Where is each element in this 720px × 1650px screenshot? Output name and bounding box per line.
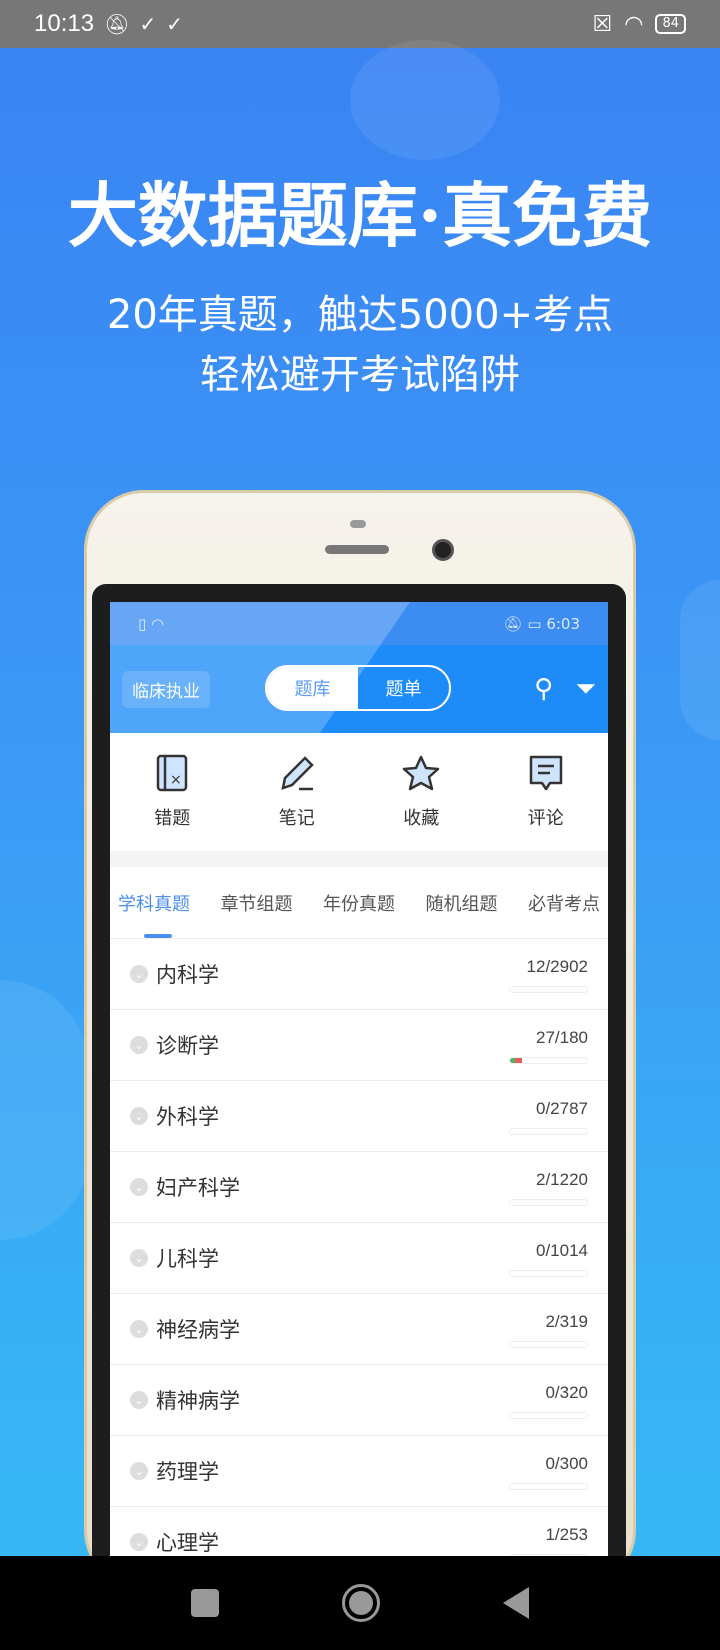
- subject-name: 儿科学: [156, 1247, 219, 1271]
- subject-row[interactable]: ⌄ 心理学 1/253: [110, 1507, 608, 1556]
- decor-bubble: [680, 580, 720, 740]
- segment-toggle: 题库 题单: [265, 665, 451, 711]
- subject-name: 心理学: [156, 1531, 219, 1555]
- tab-random[interactable]: 随机组题: [426, 890, 498, 916]
- quick-actions: × 错题 笔记 收藏 评论: [110, 733, 608, 851]
- segment-question-bank[interactable]: 题库: [267, 667, 358, 709]
- quick-action-label: 错题: [154, 808, 191, 829]
- progress-bar: [509, 1128, 588, 1135]
- progress-bar: [509, 986, 588, 993]
- no-sim-icon: ☒: [592, 11, 613, 37]
- pencil-icon: [281, 756, 314, 791]
- subject-count: 27/180: [536, 1028, 588, 1047]
- mute-icon: 🔕︎: [104, 12, 130, 36]
- quick-action-label: 笔记: [278, 808, 315, 829]
- chevron-down-icon[interactable]: ⌄: [130, 1178, 148, 1196]
- subject-row[interactable]: ⌄ 精神病学 0/320: [110, 1365, 608, 1436]
- subject-row[interactable]: ⌄ 儿科学 0/1014: [110, 1223, 608, 1294]
- tab-year[interactable]: 年份真题: [323, 890, 395, 916]
- quick-action-wrong[interactable]: × 错题: [110, 733, 235, 851]
- quick-action-notes[interactable]: 笔记: [235, 733, 360, 851]
- phone-sensor: [350, 520, 366, 528]
- tab-indicator: [144, 934, 172, 938]
- quick-action-favorites[interactable]: 收藏: [359, 733, 484, 851]
- quick-action-label: 收藏: [403, 808, 440, 829]
- subject-row[interactable]: ⌄ 妇产科学 2/1220: [110, 1152, 608, 1223]
- system-status-bar: 10:13 🔕︎ ✓ ✓ ☒ ◠ 84: [0, 0, 720, 48]
- progress-bar: [509, 1270, 588, 1277]
- app-header: 临床执业 题库 题单 ⚲ ⏷: [110, 602, 608, 733]
- clock: 10:13: [34, 10, 95, 37]
- chevron-down-icon[interactable]: ⌄: [130, 965, 148, 983]
- subject-row[interactable]: ⌄ 药理学 0/300: [110, 1436, 608, 1507]
- progress-bar: [509, 1057, 588, 1064]
- phone-speaker: [325, 545, 389, 554]
- chevron-down-icon[interactable]: ⌄: [130, 1107, 148, 1125]
- progress-bar: [509, 1341, 588, 1348]
- subject-count: 0/320: [545, 1383, 588, 1402]
- subject-count: 0/1014: [536, 1241, 588, 1260]
- filter-icon[interactable]: ⏷: [575, 674, 596, 705]
- search-icon[interactable]: ⚲: [534, 674, 553, 705]
- category-selector[interactable]: 临床执业: [122, 670, 210, 708]
- battery-icon: 84: [655, 14, 686, 34]
- progress-bar: [509, 1199, 588, 1206]
- subject-name: 诊断学: [156, 1034, 219, 1058]
- wrong-book-icon: ×: [157, 754, 188, 792]
- hero-title: 大数据题库·真免费: [67, 174, 653, 257]
- hero-subtitle-1: 20年真题，触达5000+考点: [106, 292, 614, 338]
- subject-count: 2/1220: [536, 1170, 588, 1189]
- recents-button[interactable]: [191, 1589, 220, 1617]
- chevron-down-icon[interactable]: ⌄: [130, 1533, 148, 1551]
- tab-chapter[interactable]: 章节组题: [221, 890, 293, 916]
- navigation-bar: [0, 1556, 720, 1650]
- subject-count: 0/300: [545, 1454, 588, 1473]
- quick-action-comments[interactable]: 评论: [484, 733, 609, 851]
- battery-icon: 🔕︎ ▭: [503, 614, 547, 633]
- subject-count: 2/319: [545, 1312, 588, 1331]
- svg-text:×: ×: [170, 772, 182, 788]
- subject-row[interactable]: ⌄ 内科学 12/2902: [110, 939, 608, 1010]
- subject-name: 外科学: [156, 1105, 219, 1129]
- tab-subject[interactable]: 学科真题: [118, 890, 190, 916]
- subject-name: 精神病学: [156, 1389, 240, 1413]
- phone-clock: 6:03: [546, 614, 580, 633]
- subject-name: 神经病学: [156, 1318, 240, 1342]
- chevron-down-icon[interactable]: ⌄: [130, 1462, 148, 1480]
- back-button[interactable]: [502, 1587, 529, 1619]
- wifi-icon: ◠: [624, 11, 644, 37]
- subject-row[interactable]: ⌄ 外科学 0/2787: [110, 1081, 608, 1152]
- chevron-down-icon[interactable]: ⌄: [130, 1320, 148, 1338]
- hero-subtitle-2: 轻松避开考试陷阱: [200, 352, 520, 398]
- subject-count: 0/2787: [536, 1099, 588, 1118]
- subject-row[interactable]: ⌄ 诊断学 27/180: [110, 1010, 608, 1081]
- subject-name: 药理学: [156, 1460, 219, 1484]
- subject-count: 1/253: [545, 1525, 588, 1544]
- decor-bubble: [0, 980, 90, 1240]
- decor-bubble: [350, 40, 500, 160]
- segment-question-list[interactable]: 题单: [358, 667, 449, 709]
- progress-bar: [509, 1412, 588, 1419]
- progress-fill: [510, 1058, 522, 1063]
- home-button[interactable]: [341, 1584, 380, 1622]
- subject-row[interactable]: ⌄ 神经病学 2/319: [110, 1294, 608, 1365]
- chevron-down-icon[interactable]: ⌄: [130, 1036, 148, 1054]
- subject-name: 妇产科学: [156, 1176, 240, 1200]
- chevron-down-icon[interactable]: ⌄: [130, 1391, 148, 1409]
- phone-screen: ▯ ◠ 🔕︎ ▭ 6:03 临床执业 题库 题单 ⚲ ⏷ × 错题 笔记 收藏: [110, 602, 608, 1556]
- check-icon: ✓: [166, 12, 183, 36]
- tab-key-points[interactable]: 必背考点: [528, 890, 600, 916]
- star-icon: [403, 755, 440, 791]
- progress-bar: [509, 1483, 588, 1490]
- subject-count: 12/2902: [526, 957, 588, 976]
- comment-icon: [529, 755, 562, 791]
- quick-action-label: 评论: [527, 808, 564, 829]
- subject-name: 内科学: [156, 963, 219, 987]
- check-icon: ✓: [139, 12, 157, 36]
- phone-camera: [432, 539, 454, 561]
- chevron-down-icon[interactable]: ⌄: [130, 1249, 148, 1267]
- subject-list: ⌄ 内科学 12/2902 ⌄ 诊断学 27/180 ⌄ 外科学 0/2787 …: [110, 939, 608, 1556]
- tab-bar: 学科真题 章节组题 年份真题 随机组题 必背考点: [110, 867, 608, 939]
- divider: [110, 851, 608, 867]
